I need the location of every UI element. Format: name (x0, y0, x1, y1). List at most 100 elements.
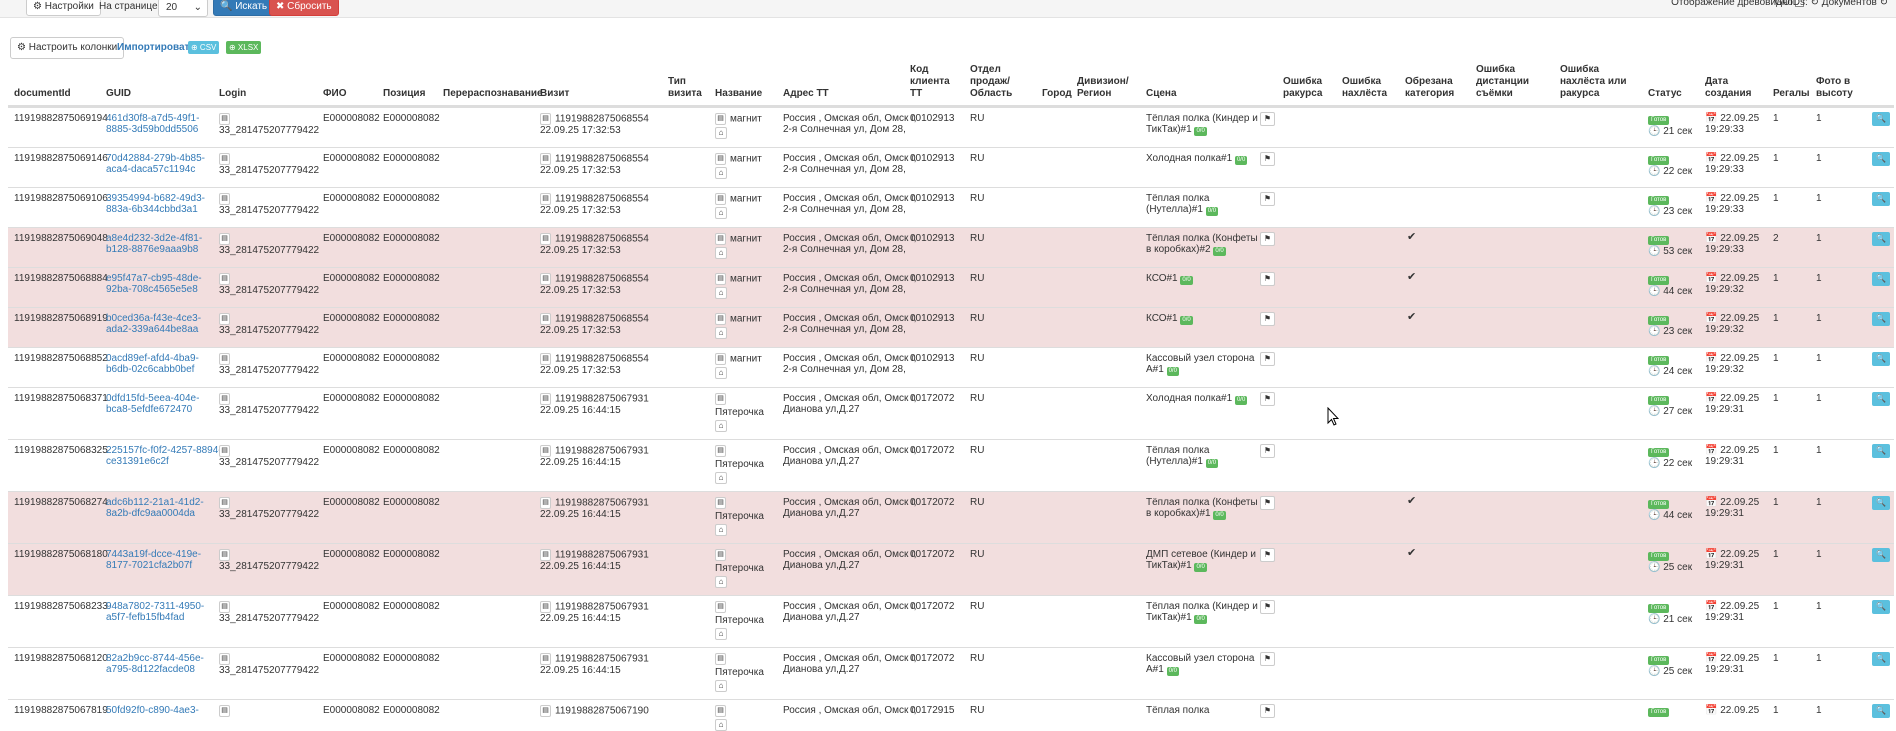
flag-icon[interactable]: ⚑ (1260, 392, 1275, 406)
guid-line-2[interactable]: aca4-daca57c1194c (106, 164, 205, 175)
cell-guid[interactable]: 461d30f8-a7d5-49f1- 8885-3d59b0dd5506 (106, 113, 199, 135)
reset-button[interactable]: ✖ Сбросить (269, 0, 339, 16)
th-redistribution[interactable]: Перераспознавание (443, 88, 543, 100)
guid-line-1[interactable]: 461d30f8-a7d5-49f1- (106, 113, 199, 124)
cell-guid[interactable]: 0acd89ef-afd4-4ba9- b6db-02c6cabb0bef (106, 353, 199, 375)
search-icon[interactable]: 🔍 (1872, 232, 1890, 246)
flag-icon[interactable]: ⚑ (1260, 652, 1275, 666)
cell-guid[interactable]: e95f47a7-cb95-48de- 92ba-708c4565e5e8 (106, 273, 202, 295)
guid-line-1[interactable]: 39354994-b682-49d3- (106, 193, 205, 204)
guid-line-1[interactable]: e95f47a7-cb95-48de- (106, 273, 202, 284)
table-row[interactable]: 11919882875067819 50fd92f0-c890-4ae3- ▤ … (8, 699, 1894, 731)
document-icon[interactable]: ▤ (219, 445, 230, 457)
th-guid[interactable]: GUID (106, 88, 131, 100)
home-icon[interactable]: ⌂ (715, 207, 727, 219)
home-icon[interactable]: ⌂ (715, 680, 727, 692)
th-scene[interactable]: Сцена (1146, 88, 1177, 100)
document-icon[interactable]: ▤ (219, 313, 230, 325)
table-row[interactable]: 11919882875068919 b0ced36a-f43e-4ce3- ad… (8, 307, 1894, 347)
document-icon[interactable]: ▤ (219, 653, 230, 665)
guid-line-2[interactable]: ada2-339a644be8aa (106, 324, 201, 335)
search-icon[interactable]: 🔍 (1872, 112, 1890, 126)
cell-guid[interactable]: 948a7802-7311-4950- a5f7-fefb15fb4fad (106, 601, 204, 623)
document-icon[interactable]: ▤ (219, 273, 230, 285)
document-icon[interactable]: ▤ (219, 233, 230, 245)
guid-line-2[interactable]: bca8-5efdfe672470 (106, 404, 199, 415)
home-icon[interactable]: ⌂ (715, 247, 727, 259)
search-icon[interactable]: 🔍 (1872, 496, 1890, 510)
guid-line-2[interactable]: a795-8d122facde08 (106, 664, 204, 675)
th-distance-error[interactable]: Ошибка дистанции съёмки (1476, 64, 1546, 100)
guid-line-1[interactable]: 82a2b9cc-8744-456e- (106, 653, 204, 664)
th-address[interactable]: Адрес ТТ (783, 88, 829, 100)
table-row[interactable]: 11919882875068852 0acd89ef-afd4-4ba9- b6… (8, 347, 1894, 387)
home-icon[interactable]: ⌂ (715, 719, 727, 731)
cell-guid[interactable]: b0ced36a-f43e-4ce3- ada2-339a644be8aa (106, 313, 201, 335)
flag-icon[interactable]: ⚑ (1260, 272, 1275, 286)
export-csv-button[interactable]: ⊕ CSV (188, 41, 220, 54)
export-xlsx-button[interactable]: ⊕ XLSX (226, 41, 262, 54)
home-icon[interactable]: ⌂ (715, 472, 727, 484)
document-icon[interactable]: ▤ (540, 393, 551, 405)
document-icon[interactable]: ▤ (540, 653, 551, 665)
document-icon[interactable]: ▤ (715, 393, 726, 405)
th-name[interactable]: Название (715, 88, 762, 100)
guid-line-2[interactable]: 8a2b-dfc9aa0004da (106, 508, 204, 519)
document-icon[interactable]: ▤ (715, 273, 726, 285)
document-icon[interactable]: ▤ (219, 549, 230, 561)
th-angle-error[interactable]: Ошибка ракурса (1283, 76, 1327, 100)
document-icon[interactable]: ▤ (540, 233, 551, 245)
search-icon[interactable]: 🔍 (1872, 548, 1890, 562)
flag-icon[interactable]: ⚑ (1260, 548, 1275, 562)
cell-guid[interactable]: 82a2b9cc-8744-456e- a795-8d122facde08 (106, 653, 204, 675)
document-icon[interactable]: ▤ (540, 273, 551, 285)
table-row[interactable]: 11919882875068371 0dfd15fd-5eea-404e- bc… (8, 387, 1894, 439)
guid-line-1[interactable]: 225157fc-f0f2-4257-8894- (106, 445, 222, 456)
table-row[interactable]: 11919882875069146 70d42884-279b-4b85- ac… (8, 147, 1894, 187)
th-status[interactable]: Статус (1648, 88, 1682, 100)
document-icon[interactable]: ▤ (219, 705, 230, 717)
home-icon[interactable]: ⌂ (715, 287, 727, 299)
th-login[interactable]: Login (219, 88, 246, 100)
document-icon[interactable]: ▤ (715, 601, 726, 613)
th-photo-height[interactable]: Фото в высоту (1816, 76, 1856, 100)
cell-guid[interactable]: 0dfd15fd-5eea-404e- bca8-5efdfe672470 (106, 393, 199, 415)
home-icon[interactable]: ⌂ (715, 628, 727, 640)
guid-line-2[interactable]: b128-8876e9aaa9b8 (106, 244, 202, 255)
guid-line-1[interactable]: 70d42884-279b-4b85- (106, 153, 205, 164)
th-position[interactable]: Позиция (383, 88, 425, 100)
document-icon[interactable]: ▤ (715, 153, 726, 165)
th-visit[interactable]: Визит (540, 88, 569, 100)
guid-line-1[interactable]: b0ced36a-f43e-4ce3- (106, 313, 201, 324)
document-icon[interactable]: ▤ (219, 153, 230, 165)
document-icon[interactable]: ▤ (540, 549, 551, 561)
document-icon[interactable]: ▤ (540, 113, 551, 125)
guid-line-1[interactable]: 0acd89ef-afd4-4ba9- (106, 353, 199, 364)
flag-icon[interactable]: ⚑ (1260, 444, 1275, 458)
home-icon[interactable]: ⌂ (715, 576, 727, 588)
guid-line-1[interactable]: 7443a19f-dcce-419e- (106, 549, 201, 560)
table-row[interactable]: 11919882875069194 461d30f8-a7d5-49f1- 88… (8, 107, 1894, 147)
flag-icon[interactable]: ⚑ (1260, 152, 1275, 166)
configure-columns-button[interactable]: ⚙ Настроить колонки (10, 37, 125, 59)
document-icon[interactable]: ▤ (715, 233, 726, 245)
th-visit-type[interactable]: Тип визита (668, 76, 706, 100)
home-icon[interactable]: ⌂ (715, 524, 727, 536)
guid-line-2[interactable]: b6db-02c6cabb0bef (106, 364, 199, 375)
document-icon[interactable]: ▤ (219, 393, 230, 405)
document-icon[interactable]: ▤ (540, 313, 551, 325)
guid-line-2[interactable]: ce31391e6c2f (106, 456, 222, 467)
document-icon[interactable]: ▤ (219, 113, 230, 125)
per-page-select[interactable]: 20 ⌄ (158, 0, 208, 17)
th-city[interactable]: Город (1042, 88, 1072, 100)
guid-line-1[interactable]: 948a7802-7311-4950- (106, 601, 204, 612)
search-icon[interactable]: 🔍 (1872, 600, 1890, 614)
search-icon[interactable]: 🔍 (1872, 192, 1890, 206)
document-icon[interactable]: ▤ (715, 113, 726, 125)
th-document-id[interactable]: documentId (14, 88, 71, 100)
guid-line-1[interactable]: 0dfd15fd-5eea-404e- (106, 393, 199, 404)
guid-line-2[interactable]: a5f7-fefb15fb4fad (106, 612, 204, 623)
th-fio[interactable]: ФИО (323, 88, 347, 100)
document-icon[interactable]: ▤ (219, 497, 230, 509)
document-icon[interactable]: ▤ (219, 353, 230, 365)
